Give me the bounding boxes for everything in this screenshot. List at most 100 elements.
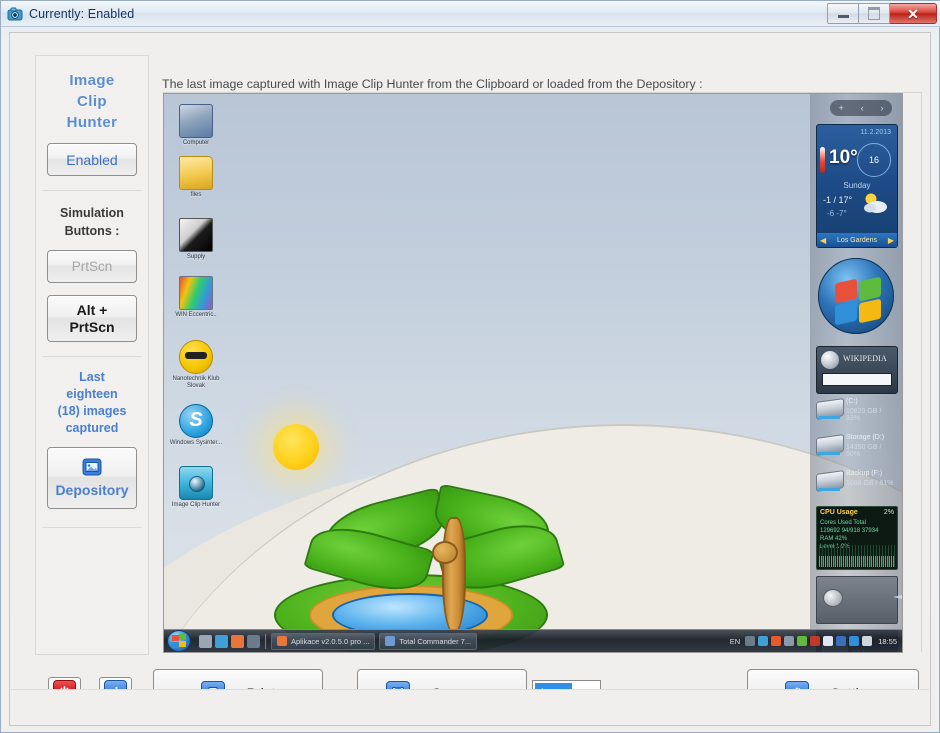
desktop-icon-label: WIN Eccentric.. [175, 312, 217, 318]
close-icon: ✕ [907, 5, 919, 22]
explorer-icon [215, 634, 228, 648]
flashlight-gadget[interactable] [816, 576, 902, 624]
app-title-line-2: Clip [77, 93, 107, 110]
weather-footer[interactable]: ◀ Los Gardens ▶ [817, 233, 897, 247]
smiley-icon [179, 340, 213, 374]
desktop-icon[interactable]: Image Clip Hunter [168, 466, 224, 509]
window-controls: ✕ [827, 3, 937, 24]
dark-icon [179, 218, 213, 252]
captured-line-2: eighteen [66, 387, 118, 401]
disk-gadget[interactable]: (C:) 10820 GB / 83% [816, 396, 896, 428]
sidebar-header-controls[interactable]: + ‹ › [830, 100, 892, 116]
weather-high: -1 / 17° [823, 195, 853, 205]
tray-icon [758, 636, 769, 646]
tray-icon [784, 636, 795, 646]
desktop-icon-label: Computer [182, 140, 210, 146]
wikipedia-search-input[interactable] [822, 373, 892, 386]
desktop-icon-label: Image Clip Hunter [171, 502, 221, 508]
weather-day: Sunday [843, 181, 871, 190]
disk-gadget[interactable]: Storage (D:) 14350 GB / 50% [816, 432, 896, 464]
prev-gadget-icon: ‹ [860, 103, 864, 113]
taskbar-clock[interactable]: 18:55 [878, 637, 897, 646]
disk-gadget[interactable]: Backup (F:) 1008 GB / 61% [816, 468, 896, 500]
app-title-line-3: Hunter [66, 114, 118, 131]
system-tray[interactable]: EN 18:55 [730, 636, 902, 646]
sun-graphic [273, 424, 319, 470]
enabled-toggle-button[interactable]: Enabled [47, 143, 137, 176]
coconut [432, 541, 458, 564]
minimize-button[interactable] [827, 3, 859, 24]
camera-icon [7, 6, 23, 22]
flashlight-icon [823, 589, 843, 607]
cpu-graph [819, 545, 895, 567]
captured-line-3: (18) images [57, 404, 127, 418]
app-icon [247, 634, 260, 648]
skype-icon: S [179, 404, 213, 438]
prtscn-button[interactable]: PrtScn [47, 250, 137, 283]
volume-icon [862, 636, 873, 646]
desktop-icon-label: Windows Sysinter... [169, 440, 223, 446]
rgb-monitor-icon [179, 276, 213, 310]
desktop-icon[interactable]: Nanotechnik Klub Slovak [168, 340, 224, 390]
prev-icon[interactable]: ◀ [820, 236, 826, 245]
captured-line-1: Last [79, 370, 105, 384]
quick-launch[interactable] [199, 634, 260, 648]
weather-location: Los Gardens [836, 236, 878, 244]
depository-label: Depository [55, 482, 129, 498]
maximize-button[interactable] [859, 3, 890, 24]
disk-detail: 10820 GB / 83% [846, 408, 882, 422]
screenshot-preview[interactable]: Computer files Supply WIN Eccentric.. Na… [163, 93, 903, 653]
weather-gadget[interactable]: 11.2.2013 10° 16 Sunday -1 / 17° -6 -7° [816, 124, 898, 248]
windows-sidebar: + ‹ › 11.2.2013 10° 16 Sunday -1 / 17° -… [810, 94, 902, 652]
windows-logo-icon [818, 258, 894, 334]
divider-3 [42, 527, 142, 528]
wikipedia-gadget[interactable]: WIKIPEDIA [816, 346, 898, 394]
desktop-icon[interactable]: files [168, 156, 224, 199]
wind-compass: 16 [857, 143, 891, 177]
client-area: Image Clip Hunter Enabled Simulation But… [9, 32, 931, 726]
simulation-label-line-1: Simulation [60, 206, 124, 220]
depository-button[interactable]: Depository [47, 447, 137, 509]
status-bar [11, 689, 929, 724]
tray-icon [771, 636, 782, 646]
group-divider-right [921, 92, 922, 652]
app-title-line-1: Image [69, 72, 115, 89]
close-button[interactable]: ✕ [890, 3, 937, 24]
window-title: Currently: Enabled [29, 6, 135, 21]
computer-icon [179, 104, 213, 138]
start-button-icon[interactable] [167, 630, 191, 652]
thermometer-icon [820, 147, 825, 173]
title-bar: Currently: Enabled ✕ [1, 1, 940, 27]
next-icon[interactable]: ▶ [888, 236, 894, 245]
tray-icon [823, 636, 834, 646]
taskbar-task-button[interactable]: Total Commander 7... [379, 632, 478, 650]
desktop-icon-label: files [190, 192, 202, 198]
app-title: Image Clip Hunter [36, 56, 148, 143]
desktop-icon[interactable]: Computer [168, 104, 224, 147]
desktop-icon-label: Nanotechnik Klub Slovak [172, 376, 220, 389]
desktop-icon[interactable]: WIN Eccentric.. [168, 276, 224, 319]
cpu-usage-gadget[interactable]: CPU Usage 2% Cores Used Total 129692 94/… [816, 506, 898, 570]
maximize-icon [868, 7, 880, 20]
disk-label: Backup (F:) [846, 470, 883, 477]
taskbar-task-button[interactable]: Aplikace v2.0.5.0 pro ... [271, 632, 376, 650]
task-label: Aplikace v2.0.5.0 pro ... [291, 636, 370, 646]
network-icon [849, 636, 860, 646]
tray-icon [745, 636, 756, 646]
task-label: Total Commander 7... [399, 636, 472, 646]
tray-icon [810, 636, 821, 646]
language-indicator[interactable]: EN [730, 637, 740, 646]
weather-temperature: 10° [829, 147, 858, 168]
alt-prtscn-button[interactable]: Alt + PrtScn [47, 295, 137, 342]
captured-count-label: Last eighteen (18) images captured [36, 357, 148, 447]
alt-prtscn-line-1: Alt + [76, 301, 108, 318]
disk-label: Storage (D:) [846, 434, 885, 441]
desktop-icon[interactable]: S Windows Sysinter... [168, 404, 224, 447]
windows-logo-gadget[interactable] [816, 254, 896, 338]
add-gadget-icon: + [838, 103, 844, 113]
disk-detail: 14350 GB / 50% [846, 444, 882, 458]
next-gadget-icon: › [880, 103, 884, 113]
desktop-icon[interactable]: Supply [168, 218, 224, 261]
captured-line-4: captured [65, 421, 119, 435]
cpu-title: CPU Usage [820, 509, 858, 516]
